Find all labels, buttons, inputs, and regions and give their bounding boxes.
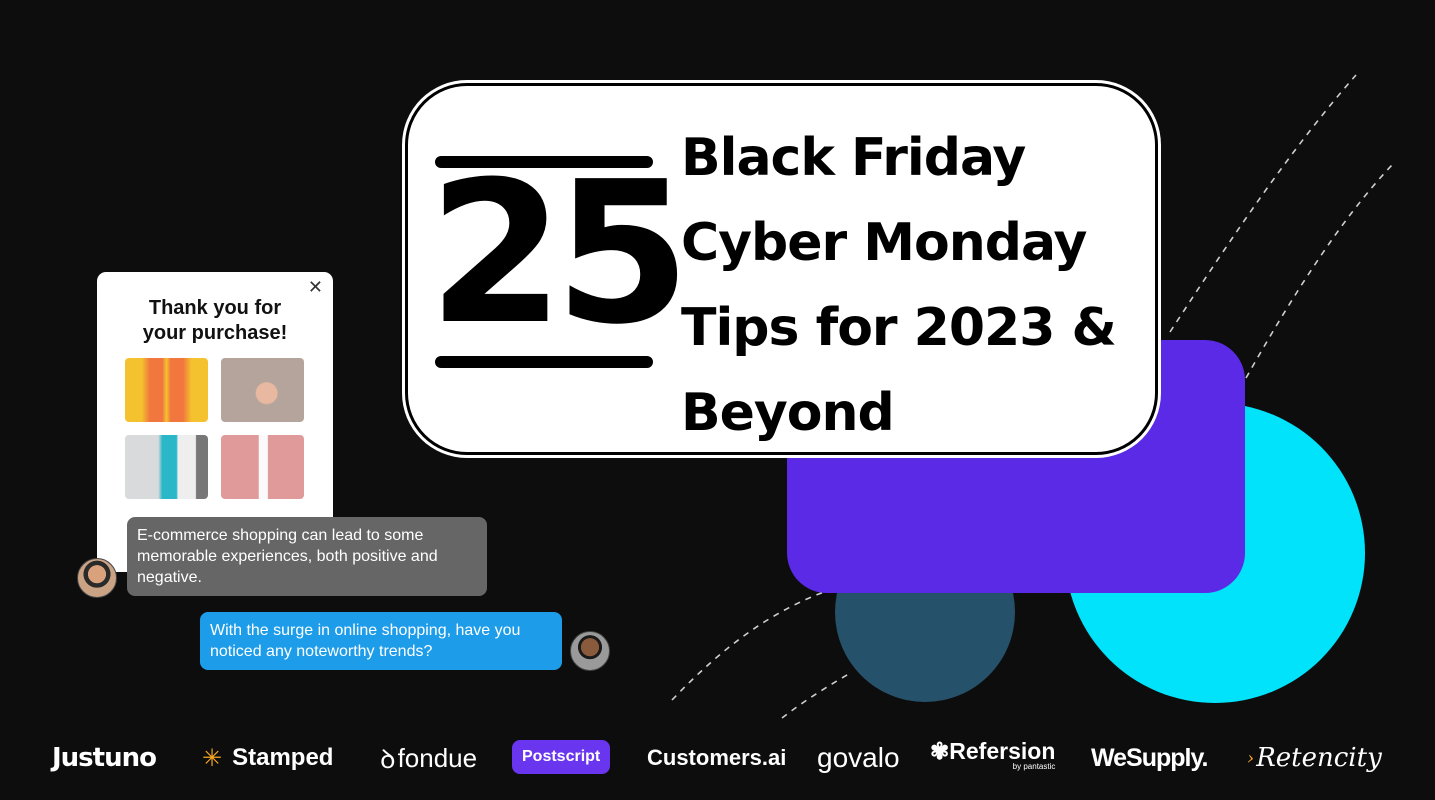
partner-logos: Justuno ✳ Stamped ꝺ fondue Postscript Cust… — [0, 740, 1435, 780]
popup-title: Thank you for your purchase! — [142, 297, 288, 344]
title-line: Black Friday — [681, 128, 1026, 188]
title-line: Tips for 2023 & — [681, 298, 1117, 358]
logo-govalo: govalo — [817, 742, 900, 773]
hero-card: 25 Black Friday Cyber Monday Tips for 20… — [405, 83, 1158, 455]
avatar — [77, 558, 117, 598]
logo-stamped: ✳ Stamped — [202, 744, 334, 772]
dashed-curve — [1169, 74, 1357, 333]
logo-fondue: ꝺ fondue — [380, 740, 477, 776]
product-image[interactable] — [125, 358, 208, 422]
dashed-curve — [1245, 164, 1393, 379]
logo-postscript: Postscript — [512, 740, 611, 774]
title-line: Cyber Monday — [681, 213, 1087, 273]
logo-refersion: ✾Refersion by pantastic — [930, 738, 1056, 771]
retencity-icon: › — [1247, 747, 1255, 769]
product-image[interactable] — [221, 435, 304, 499]
hero-number: 25 — [428, 140, 691, 368]
dashed-curve — [781, 671, 853, 719]
logo-wesupply: WeSupply. — [1091, 743, 1208, 772]
stamped-burst-icon: ✳ — [202, 744, 223, 772]
chat-message-received: E-commerce shopping can lead to some mem… — [127, 517, 487, 596]
product-image[interactable] — [221, 358, 304, 422]
refersion-icon: ✾ — [930, 738, 950, 764]
fondue-icon: ꝺ — [380, 744, 396, 774]
logo-customers-ai: Customers.ai — [647, 745, 787, 770]
product-image[interactable] — [125, 435, 208, 499]
close-icon[interactable]: ✕ — [308, 277, 323, 298]
hero-title: Black Friday Cyber Monday Tips for 2023 … — [681, 116, 1117, 456]
logo-retencity: › Retencity — [1247, 743, 1382, 773]
avatar — [570, 631, 610, 671]
bottom-rule — [435, 356, 653, 368]
dashed-curve — [671, 587, 836, 701]
title-line: Beyond — [681, 383, 895, 443]
chat-message-sent: With the surge in online shopping, have … — [200, 612, 562, 670]
logo-justuno: Justuno — [52, 743, 157, 773]
